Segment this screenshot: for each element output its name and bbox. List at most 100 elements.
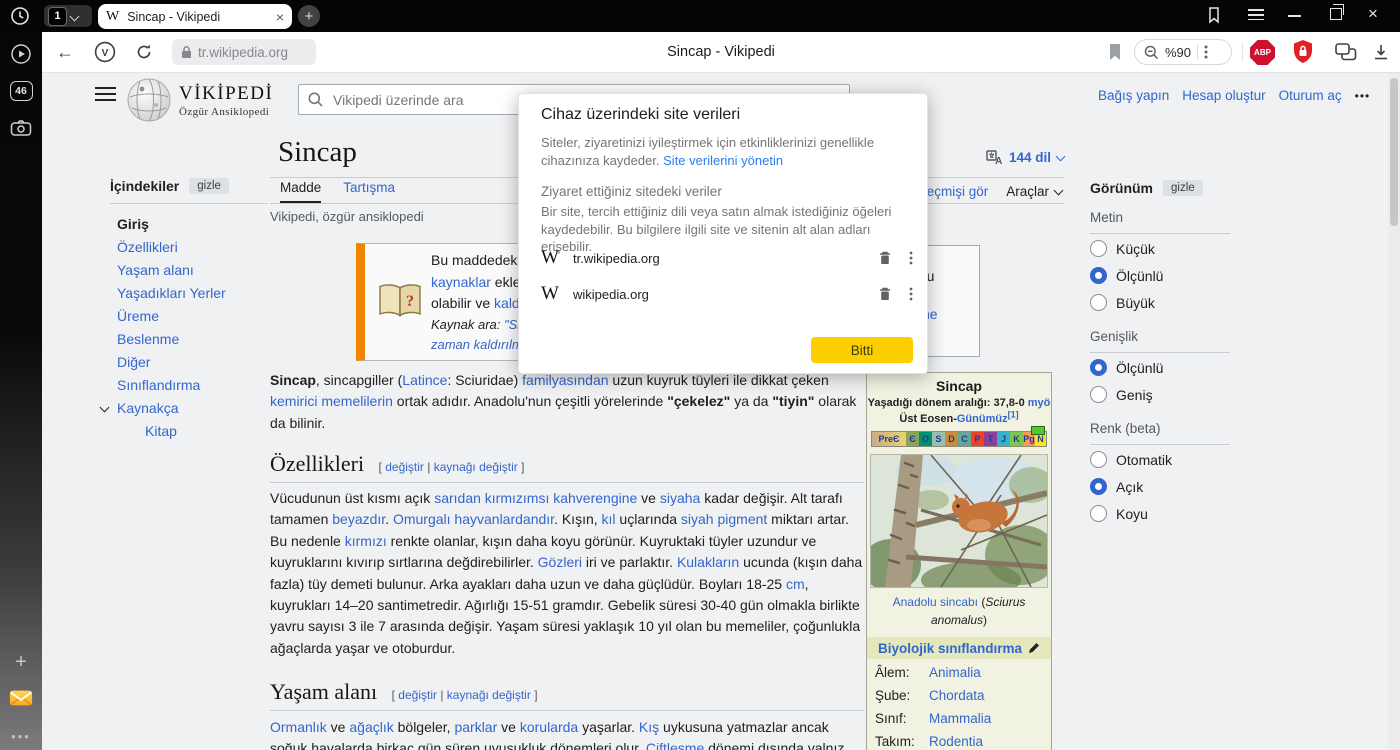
radio-icon[interactable] (1090, 386, 1107, 403)
radio-option-kucuk[interactable]: Küçük (1090, 236, 1260, 261)
address-bar[interactable]: tr.wikipedia.org (172, 39, 316, 65)
download-icon[interactable] (1372, 32, 1390, 72)
inline-link[interactable]: sarıdan kırmızımsı kahverengine (434, 490, 637, 506)
zoom-control[interactable]: %90 (1134, 39, 1232, 65)
radio-option-acik[interactable]: Açık (1090, 474, 1260, 499)
history-clock-icon[interactable] (10, 6, 30, 26)
inline-link[interactable]: Latince (402, 372, 447, 388)
window-close-button[interactable]: × (1368, 4, 1378, 24)
radio-option-olcunlu-width[interactable]: Ölçünlü (1090, 355, 1260, 380)
donate-link[interactable]: Bağış yapın (1098, 88, 1169, 103)
kebab-menu-icon[interactable] (909, 251, 913, 265)
inline-link[interactable]: Gözleri (538, 554, 582, 570)
trash-icon[interactable] (879, 251, 891, 265)
radio-option-genis[interactable]: Geniş (1090, 382, 1260, 407)
tab-talk[interactable]: Tartışma (343, 180, 395, 203)
radio-icon[interactable] (1090, 294, 1107, 311)
language-count[interactable]: 144 dil (1009, 150, 1051, 165)
inline-link[interactable]: parklar (454, 719, 497, 735)
inline-link[interactable]: kırmızı (345, 533, 387, 549)
tab-close-icon[interactable]: × (276, 10, 284, 24)
edit-pencil-icon[interactable] (1028, 642, 1040, 654)
wikipedia-wordmark[interactable]: VİKİPEDİ Özgür Ansiklopedi (179, 83, 273, 118)
adblock-plus-badge[interactable]: ABP (1250, 40, 1275, 65)
squirrel-photo[interactable] (870, 454, 1048, 588)
inline-link[interactable]: Anadolu sincabı (893, 595, 978, 609)
back-button[interactable]: ← (56, 32, 74, 72)
tools-menu[interactable]: Araçlar (1006, 184, 1062, 199)
toc-item-yasadiklari-yerler[interactable]: Yaşadıkları Yerler (110, 281, 268, 304)
radio-selected-icon[interactable] (1090, 359, 1107, 376)
radio-selected-icon[interactable] (1090, 478, 1107, 495)
taxon-link[interactable]: Animalia (929, 665, 981, 682)
radio-option-olcunlu[interactable]: Ölçünlü (1090, 263, 1260, 288)
inline-link[interactable]: [1] (1008, 409, 1019, 419)
toc-item-siniflandirma[interactable]: Sınıflandırma (110, 373, 268, 396)
taxon-link[interactable]: Rodentia (929, 734, 983, 750)
inline-link[interactable]: myö (1028, 397, 1051, 409)
kebab-menu-icon[interactable] (909, 287, 913, 301)
header-more-icon[interactable]: ••• (1355, 89, 1371, 103)
toc-item-kitap[interactable]: Kitap (110, 419, 268, 442)
mail-icon[interactable] (9, 686, 33, 710)
reload-icon[interactable] (135, 32, 153, 72)
toc-item-kaynakca[interactable]: Kaynakça (110, 396, 268, 419)
inline-link[interactable]: ağaçlık (349, 719, 393, 735)
browser-logo-icon[interactable]: V (94, 32, 116, 72)
toc-hide-button[interactable]: gizle (189, 178, 229, 194)
done-button[interactable]: Bitti (811, 337, 913, 363)
bookmark-icon[interactable] (1108, 32, 1122, 72)
edit-source-link[interactable]: kaynağı değiştir (447, 688, 531, 702)
toc-item-ureme[interactable]: Üreme (110, 304, 268, 327)
zoom-out-icon[interactable] (1144, 45, 1159, 60)
kebab-menu-icon[interactable] (1204, 45, 1208, 59)
chevron-down-icon[interactable] (100, 403, 110, 413)
radio-icon[interactable] (1090, 505, 1107, 522)
new-tab-button[interactable]: + (298, 5, 320, 27)
inline-link[interactable]: familyasından (522, 372, 608, 388)
toc-item-ozellikleri[interactable]: Özellikleri (110, 235, 268, 258)
window-minimize-button[interactable] (1288, 15, 1301, 17)
inline-link[interactable]: Kulakların (677, 554, 739, 570)
wiki-menu-icon[interactable] (95, 87, 116, 101)
inline-link[interactable]: Omurgalı hayvanlardandır (393, 511, 554, 527)
tab-group-selector[interactable]: 1 (44, 5, 92, 27)
inline-link[interactable]: kaynaklar (431, 274, 491, 290)
browser-menu-icon[interactable] (1248, 9, 1264, 21)
window-restore-button[interactable] (1330, 8, 1342, 20)
scrollbar-thumb[interactable] (1390, 78, 1398, 226)
radio-option-buyuk[interactable]: Büyük (1090, 290, 1260, 315)
inline-link[interactable]: korularda (520, 719, 578, 735)
toc-item-giris[interactable]: Giriş (110, 212, 268, 235)
manage-site-data-link[interactable]: Site verilerini yönetin (663, 153, 783, 168)
inline-link[interactable]: kıl (602, 511, 616, 527)
inline-link[interactable]: Kış (639, 719, 659, 735)
screenshot-camera-icon[interactable] (9, 116, 33, 140)
create-account-link[interactable]: Hesap oluştur (1182, 88, 1265, 103)
protect-shield-icon[interactable] (1292, 32, 1314, 72)
inline-link[interactable]: Çiftleşme (646, 740, 704, 750)
page-scrollbar[interactable] (1388, 72, 1400, 750)
tab-article[interactable]: Madde (280, 180, 321, 203)
login-link[interactable]: Oturum aç (1279, 88, 1342, 103)
toc-item-beslenme[interactable]: Beslenme (110, 327, 268, 350)
radio-icon[interactable] (1090, 240, 1107, 257)
edit-source-link[interactable]: kaynağı değiştir (434, 460, 518, 474)
radio-option-otomatik[interactable]: Otomatik (1090, 447, 1260, 472)
wikipedia-logo[interactable] (126, 77, 172, 123)
taxon-link[interactable]: Chordata (929, 688, 985, 705)
inline-link[interactable]: siyah pigment (681, 511, 767, 527)
inline-link[interactable]: beyazdır (332, 511, 385, 527)
taxon-link[interactable]: Mammalia (929, 711, 991, 728)
browser-tab[interactable]: W Sincap - Vikipedi × (98, 4, 292, 29)
edit-link[interactable]: değiştir (385, 460, 424, 474)
appearance-hide-button[interactable]: gizle (1163, 180, 1203, 196)
inline-link[interactable]: siyaha (660, 490, 700, 506)
tab-groups-icon[interactable] (1334, 32, 1358, 72)
counter-badge[interactable]: 46 (9, 79, 33, 103)
edit-link[interactable]: değiştir (398, 688, 437, 702)
radio-option-koyu[interactable]: Koyu (1090, 501, 1260, 526)
inline-link[interactable]: Ormanlık (270, 719, 327, 735)
toc-item-yasam-alani[interactable]: Yaşam alanı (110, 258, 268, 281)
inline-link[interactable]: Günümüz (957, 413, 1008, 425)
